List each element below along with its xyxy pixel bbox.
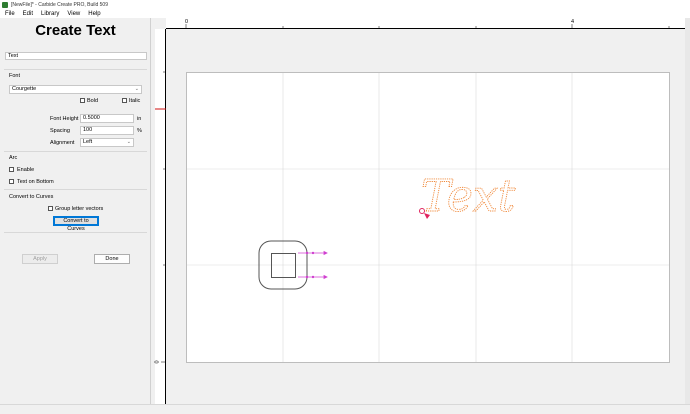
canvas-drawing: Text <box>155 24 670 363</box>
text-start-handle[interactable] <box>419 208 425 214</box>
status-bar <box>0 404 690 414</box>
app-window: [NewFile]* - Carbide Create PRO, Build 5… <box>0 0 690 414</box>
canvas-text-object[interactable]: Text <box>421 171 517 223</box>
vertical-scrollbar[interactable] <box>685 18 690 404</box>
